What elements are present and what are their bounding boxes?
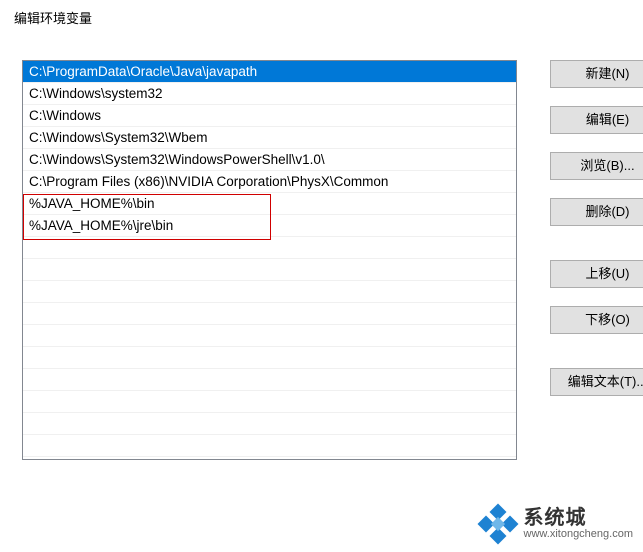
path-item-empty[interactable] (23, 281, 516, 303)
watermark-text: 系统城 www.xitongcheng.com (524, 508, 633, 541)
watermark-url: www.xitongcheng.com (524, 529, 633, 541)
path-item-empty[interactable] (23, 413, 516, 435)
path-item[interactable]: C:\Program Files (x86)\NVIDIA Corporatio… (23, 171, 516, 193)
button-column: 新建(N) 编辑(E) 浏览(B)... 删除(D) 上移(U) 下移(O) 编… (550, 60, 643, 414)
path-item[interactable]: %JAVA_HOME%\bin (23, 193, 516, 215)
dialog-title: 编辑环境变量 (0, 0, 643, 35)
path-item-empty[interactable] (23, 259, 516, 281)
content-area: C:\ProgramData\Oracle\Java\javapath C:\W… (22, 60, 643, 552)
delete-button[interactable]: 删除(D) (550, 198, 643, 226)
edit-text-button[interactable]: 编辑文本(T)... (550, 368, 643, 396)
path-item-empty[interactable] (23, 369, 516, 391)
path-item-empty[interactable] (23, 391, 516, 413)
path-item[interactable]: %JAVA_HOME%\jre\bin (23, 215, 516, 237)
watermark-brand: 系统城 (524, 508, 633, 529)
path-item-empty[interactable] (23, 325, 516, 347)
path-item[interactable]: C:\Windows\System32\Wbem (23, 127, 516, 149)
new-button[interactable]: 新建(N) (550, 60, 643, 88)
path-item-empty[interactable] (23, 237, 516, 259)
path-item-empty[interactable] (23, 435, 516, 457)
path-item-empty[interactable] (23, 347, 516, 369)
path-item-empty[interactable] (23, 303, 516, 325)
path-list[interactable]: C:\ProgramData\Oracle\Java\javapath C:\W… (22, 60, 517, 460)
move-down-button[interactable]: 下移(O) (550, 306, 643, 334)
browse-button[interactable]: 浏览(B)... (550, 152, 643, 180)
path-item[interactable]: C:\Windows\system32 (23, 83, 516, 105)
path-item[interactable]: C:\Windows\System32\WindowsPowerShell\v1… (23, 149, 516, 171)
watermark: 系统城 www.xitongcheng.com (476, 504, 633, 544)
path-item[interactable]: C:\Windows (23, 105, 516, 127)
path-item[interactable]: C:\ProgramData\Oracle\Java\javapath (23, 61, 516, 83)
watermark-logo-icon (476, 504, 518, 544)
edit-button[interactable]: 编辑(E) (550, 106, 643, 134)
move-up-button[interactable]: 上移(U) (550, 260, 643, 288)
